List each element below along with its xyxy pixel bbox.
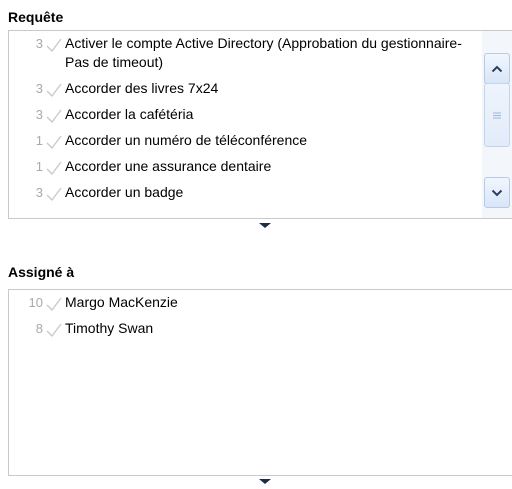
chevron-up-icon	[491, 65, 503, 72]
item-label: Accorder un numéro de téléconférence	[65, 132, 308, 148]
list-item[interactable]: 3 Accorder la cafétéria	[9, 102, 512, 128]
item-label: Accorder des livres 7x24	[65, 80, 219, 96]
check-icon	[46, 109, 62, 123]
check-icon	[46, 161, 62, 175]
requests-scrollbar[interactable]	[482, 31, 512, 218]
assigned-title: Assigné à	[8, 264, 75, 280]
resize-triangle-icon[interactable]	[259, 223, 271, 228]
item-count: 3	[35, 36, 43, 51]
list-item[interactable]: 1 Accorder un numéro de téléconférence	[9, 128, 512, 154]
item-label: Activer le compte Active Directory (Appr…	[65, 35, 462, 70]
scroll-down-button[interactable]	[484, 177, 510, 208]
list-item[interactable]: 3 Activer le compte Active Directory (Ap…	[9, 31, 512, 76]
list-item[interactable]: 10 Margo MacKenzie	[9, 290, 512, 316]
item-label: Margo MacKenzie	[65, 294, 178, 310]
assigned-listbox[interactable]: 10 Margo MacKenzie 8 Timothy Swan	[8, 289, 512, 476]
item-count: 10	[28, 295, 43, 310]
list-item[interactable]: 3 Accorder des livres 7x24	[9, 76, 512, 102]
item-count: 8	[35, 321, 43, 336]
item-count: 3	[35, 81, 43, 96]
scroll-up-button[interactable]	[484, 53, 510, 84]
item-count: 1	[35, 159, 43, 174]
item-count: 1	[35, 133, 43, 148]
check-icon	[46, 38, 62, 52]
check-icon	[46, 135, 62, 149]
item-label: Timothy Swan	[65, 320, 154, 336]
chevron-down-icon	[491, 189, 503, 196]
assigned-list: 10 Margo MacKenzie 8 Timothy Swan	[9, 290, 512, 342]
check-icon	[46, 323, 62, 337]
check-icon	[46, 297, 62, 311]
item-label: Accorder une assurance dentaire	[65, 158, 272, 174]
item-count: 3	[35, 185, 43, 200]
requests-title: Requête	[8, 9, 64, 25]
list-item[interactable]: 8 Timothy Swan	[9, 316, 512, 342]
scroll-thumb[interactable]	[484, 83, 510, 147]
resize-triangle-icon[interactable]	[259, 479, 271, 484]
item-label: Accorder la cafétéria	[65, 106, 194, 122]
item-label: Accorder un badge	[65, 184, 184, 200]
item-count: 3	[35, 107, 43, 122]
scroll-grip-icon	[493, 112, 501, 118]
list-item[interactable]: 1 Accorder une assurance dentaire	[9, 154, 512, 180]
requests-list: 3 Activer le compte Active Directory (Ap…	[9, 31, 512, 206]
requests-listbox[interactable]: 3 Activer le compte Active Directory (Ap…	[8, 30, 512, 219]
list-item[interactable]: 3 Accorder un badge	[9, 180, 512, 206]
check-icon	[46, 187, 62, 201]
check-icon	[46, 83, 62, 97]
